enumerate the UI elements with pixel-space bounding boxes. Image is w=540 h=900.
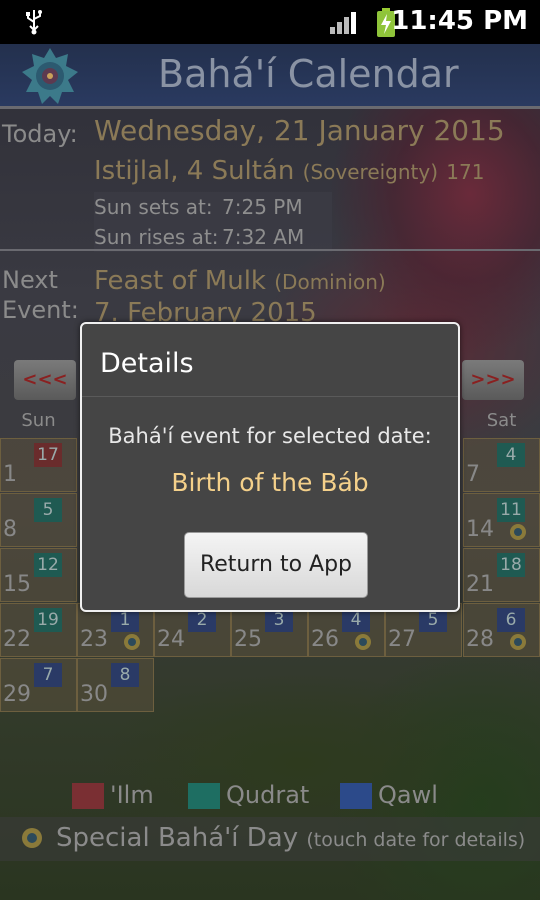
- gregorian-day: 8: [3, 517, 17, 542]
- gregorian-day: 25: [234, 627, 262, 652]
- dialog-title: Details: [100, 348, 194, 379]
- sunrise-time: 7:32 AM: [222, 225, 305, 249]
- gregorian-day: 24: [157, 627, 185, 652]
- sunrise-row: Sun rises at: 7:32 AM: [94, 222, 332, 252]
- gregorian-day: 28: [466, 627, 494, 652]
- legend-qudrat: Qudrat: [226, 781, 310, 809]
- sunset-row: Sun sets at: 7:25 PM: [94, 192, 332, 222]
- badi-day-badge: 6: [497, 608, 525, 632]
- next-event-title: Feast of Mulk: [94, 266, 266, 296]
- next-label: Next: [2, 266, 58, 294]
- today-gregorian-date: Wednesday, 21 January 2015: [94, 114, 505, 147]
- dialog-message: Bahá'í event for selected date:: [108, 424, 432, 448]
- special-day-icon: [510, 524, 526, 540]
- special-day-icon: [355, 634, 371, 650]
- legend-ilm: 'Ilm: [110, 781, 154, 809]
- gregorian-day: 21: [466, 572, 494, 597]
- calendar-day-cell[interactable]: 4 7: [463, 438, 540, 492]
- special-day-hint: (touch date for details): [306, 829, 526, 851]
- calendar-day-cell[interactable]: 17 1: [0, 438, 77, 492]
- legend-swatch-qawl: [340, 783, 372, 809]
- dialog-divider: [82, 396, 458, 397]
- gregorian-day: 23: [80, 627, 108, 652]
- badi-day-badge: 19: [34, 608, 62, 632]
- special-day-label: Special Bahá'í Day: [56, 823, 299, 853]
- badi-day: Istijlal, 4 Sultán: [94, 156, 295, 186]
- next-month-button[interactable]: >>>: [462, 360, 524, 400]
- status-time: 11:45 PM: [391, 6, 528, 36]
- calendar-day-cell[interactable]: 19 22: [0, 603, 77, 657]
- weekday-sat: Sat: [486, 410, 517, 431]
- dialog-event-name: Birth of the Báb: [171, 468, 369, 497]
- calendar-day-cell[interactable]: 8 30: [77, 658, 154, 712]
- calendar-day-cell[interactable]: 12 15: [0, 548, 77, 602]
- sunset-label: Sun sets at:: [94, 195, 213, 219]
- today-badi-date: Istijlal, 4 Sultán (Sovereignty) 171: [94, 156, 484, 186]
- today-label: Today:: [2, 120, 78, 148]
- legend-swatch-ilm: [72, 783, 104, 809]
- gregorian-day: 15: [3, 572, 31, 597]
- gregorian-day: 14: [466, 517, 494, 542]
- calendar-day-cell[interactable]: 11 14: [463, 493, 540, 547]
- special-day-icon: [510, 634, 526, 650]
- prev-month-button[interactable]: <<<: [14, 360, 76, 400]
- calendar-day-cell[interactable]: 6 28: [463, 603, 540, 657]
- gregorian-day: 26: [311, 627, 339, 652]
- badi-day-badge: 7: [34, 663, 62, 687]
- special-day-icon: [22, 828, 42, 848]
- weekday-sun: Sun: [21, 410, 56, 431]
- badi-day-badge: 11: [497, 498, 525, 522]
- legend-qawl: Qawl: [378, 781, 438, 809]
- gregorian-day: 7: [466, 462, 480, 487]
- badi-day-badge: 17: [34, 443, 62, 467]
- badi-day-badge: 12: [34, 553, 62, 577]
- special-day-legend: Special Bahá'í Day (touch date for detai…: [0, 817, 540, 861]
- gregorian-day: 29: [3, 682, 31, 707]
- event-label: Event:: [2, 296, 79, 324]
- return-to-app-button[interactable]: Return to App: [184, 532, 368, 598]
- gregorian-day: 27: [388, 627, 416, 652]
- section-divider: [0, 249, 540, 251]
- sunrise-label: Sun rises at:: [94, 225, 219, 249]
- badi-month-meaning: (Sovereignty): [302, 160, 439, 184]
- app-header: Bahá'í Calendar: [0, 44, 540, 106]
- badi-day-badge: 4: [497, 443, 525, 467]
- sunset-time: 7:25 PM: [222, 195, 303, 219]
- gregorian-day: 1: [3, 462, 17, 487]
- signal-icon: [330, 12, 356, 34]
- special-day-text: Special Bahá'í Day (touch date for detai…: [56, 823, 525, 853]
- badi-day-badge: 5: [34, 498, 62, 522]
- calendar-day-cell[interactable]: 18 21: [463, 548, 540, 602]
- usb-icon: [26, 10, 42, 35]
- calendar-day-cell[interactable]: 5 8: [0, 493, 77, 547]
- details-dialog: Details Bahá'í event for selected date: …: [80, 322, 460, 612]
- header-divider: [0, 106, 540, 109]
- legend-swatch-qudrat: [188, 783, 220, 809]
- color-legend: 'Ilm Qudrat Qawl: [0, 779, 540, 813]
- badi-day-badge: 8: [111, 663, 139, 687]
- bahai-star-logo-icon: [22, 48, 78, 104]
- badi-day-badge: 18: [497, 553, 525, 577]
- special-day-icon: [124, 634, 140, 650]
- badi-year: 171: [446, 160, 485, 184]
- calendar-day-cell[interactable]: 7 29: [0, 658, 77, 712]
- next-event-meaning: (Dominion): [274, 270, 386, 294]
- app-title: Bahá'í Calendar: [158, 52, 459, 96]
- gregorian-day: 30: [80, 682, 108, 707]
- next-event-name: Feast of Mulk (Dominion): [94, 266, 386, 296]
- status-bar: 11:45 PM: [0, 0, 540, 44]
- gregorian-day: 22: [3, 627, 31, 652]
